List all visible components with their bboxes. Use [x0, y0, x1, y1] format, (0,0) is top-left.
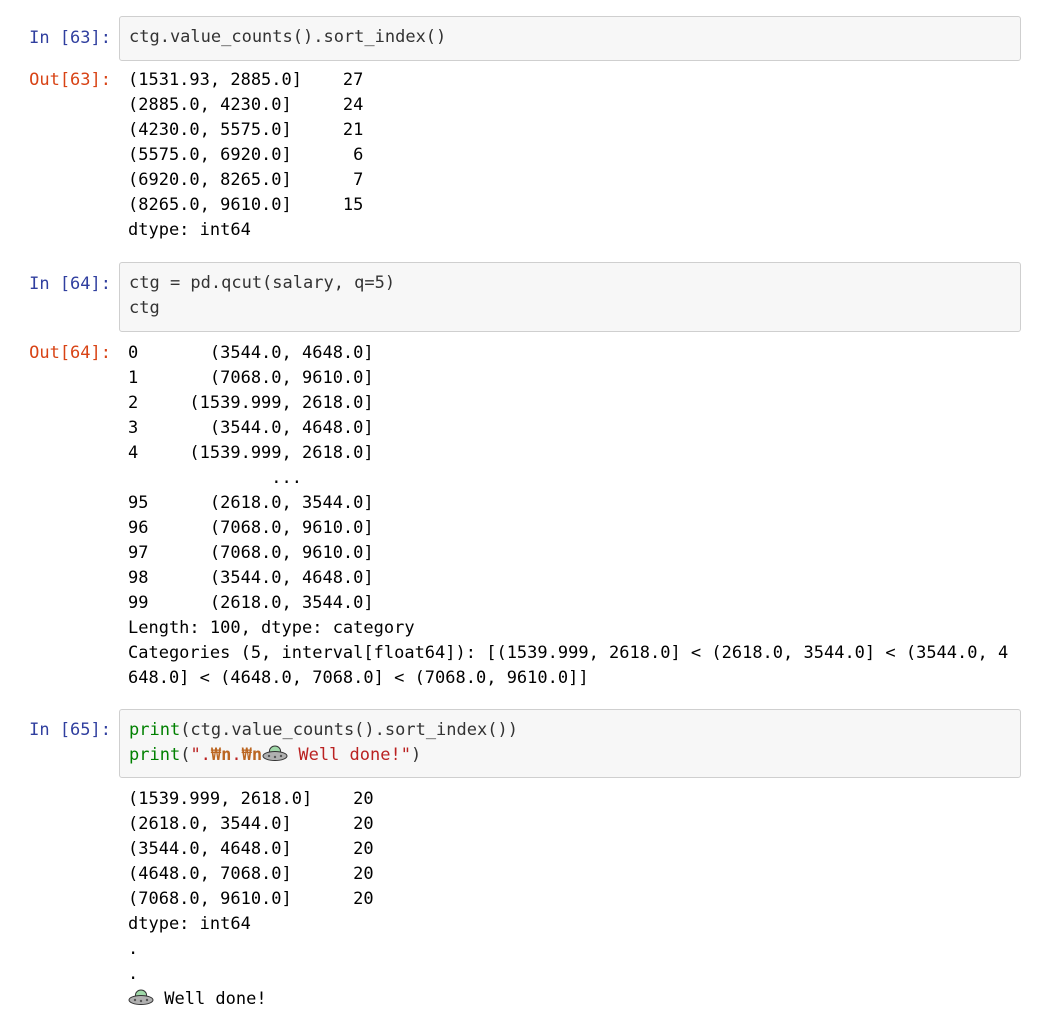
output-line: Length: 100, dtype: category [128, 618, 415, 638]
code-line: print(ctg.value_counts().sort_index()) [129, 718, 1011, 743]
escape-sequence: ₩n [241, 745, 263, 765]
output-line: (4648.0, 7068.0] 20 [128, 864, 374, 884]
output-line: ... [128, 468, 302, 488]
flying-saucer-icon [262, 743, 288, 763]
string-literal: Well done!" [288, 745, 411, 765]
escape-sequence: ₩n [210, 745, 232, 765]
output-line: 2 (1539.999, 2618.0] [128, 393, 374, 413]
code-line: ctg.value_counts().sort_index() [129, 27, 447, 47]
output-line: 0 (3544.0, 4648.0] [128, 343, 374, 363]
code-line: ctg [129, 298, 160, 318]
output-line: . [128, 964, 139, 984]
output-prompt: Out[64]: [29, 343, 111, 363]
code-line: print(".₩n.₩n Well done!") [129, 743, 1011, 768]
print-keyword: print [129, 745, 181, 765]
output-line: dtype: int64 [128, 914, 251, 934]
code-input[interactable]: ctg.value_counts().sort_index() [119, 16, 1021, 61]
input-prompt: In [65]: [29, 720, 111, 740]
code-input[interactable]: print(ctg.value_counts().sort_index()) p… [119, 709, 1021, 778]
output-line: (7068.0, 9610.0] 20 [128, 889, 374, 909]
output-line: (8265.0, 9610.0] 15 [128, 195, 364, 215]
input-prompt: In [63]: [29, 28, 111, 48]
output-line: (1531.93, 2885.0] 27 [128, 70, 364, 90]
flying-saucer-icon [128, 987, 154, 1007]
input-prompt: In [64]: [29, 274, 111, 294]
output-area: 0 (3544.0, 4648.0] 1 (7068.0, 9610.0] 2 … [128, 341, 1018, 691]
output-line: (1539.999, 2618.0] 20 [128, 789, 374, 809]
well-done-text: Well done! [154, 989, 267, 1009]
code-paren: ( [180, 745, 191, 765]
output-line: 4 (1539.999, 2618.0] [128, 443, 374, 463]
string-literal: ". [190, 745, 211, 765]
code-line: ctg = pd.qcut(salary, q=5) [129, 273, 396, 293]
code-paren: ) [410, 745, 422, 765]
code-input[interactable]: ctg = pd.qcut(salary, q=5) ctg [119, 262, 1021, 332]
output-line: 1 (7068.0, 9610.0] [128, 368, 374, 388]
categories-line: Categories (5, interval[float64]): [(153… [128, 643, 1009, 688]
notebook: In [63]: ctg.value_counts().sort_index()… [0, 0, 1061, 1025]
output-line: 99 (2618.0, 3544.0] [128, 593, 374, 613]
output-line: 98 (3544.0, 4648.0] [128, 568, 374, 588]
output-line: . [128, 939, 139, 959]
output-line: (3544.0, 4648.0] 20 [128, 839, 374, 859]
output-area: (1539.999, 2618.0] 20 (2618.0, 3544.0] 2… [128, 787, 1018, 1012]
output-area: (1531.93, 2885.0] 27 (2885.0, 4230.0] 24… [128, 68, 1018, 243]
output-line: 3 (3544.0, 4648.0] [128, 418, 374, 438]
code-args: (ctg.value_counts().sort_index()) [180, 720, 518, 740]
output-prompt: Out[63]: [29, 70, 111, 90]
output-line: 95 (2618.0, 3544.0] [128, 493, 374, 513]
output-line: dtype: int64 [128, 220, 251, 240]
print-keyword: print [129, 720, 181, 740]
output-line: 97 (7068.0, 9610.0] [128, 543, 374, 563]
output-line: Well done! [128, 987, 1018, 1012]
output-line: (4230.0, 5575.0] 21 [128, 120, 364, 140]
output-line: (6920.0, 8265.0] 7 [128, 170, 364, 190]
output-line: 96 (7068.0, 9610.0] [128, 518, 374, 538]
output-line: (2885.0, 4230.0] 24 [128, 95, 364, 115]
output-line: (2618.0, 3544.0] 20 [128, 814, 374, 834]
string-literal: . [231, 745, 242, 765]
output-line: (5575.0, 6920.0] 6 [128, 145, 364, 165]
